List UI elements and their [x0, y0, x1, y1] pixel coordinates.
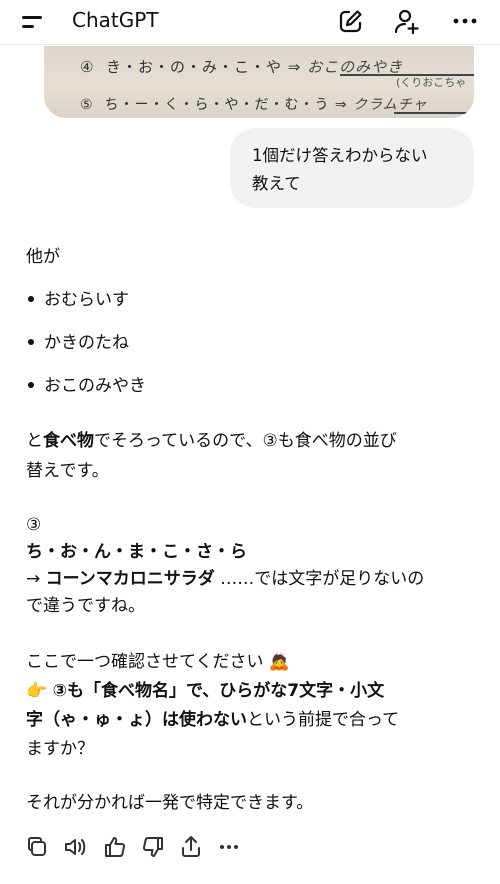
more-icon[interactable]	[216, 834, 242, 860]
top-bar: ChatGPT	[0, 0, 500, 45]
answer-paragraph-2: ③ ち・お・ん・ま・こ・さ・ら → コーンマカロニサラダ ……では文字が足りない…	[26, 515, 425, 616]
speaker-icon[interactable]	[62, 834, 88, 860]
answer-paragraph-1: と食べ物でそろっているので、③も食べ物の並び 替えです。	[26, 431, 397, 481]
copy-icon[interactable]	[24, 834, 50, 860]
list-item: おこのみやき	[28, 371, 146, 396]
thumbs-down-icon[interactable]	[140, 834, 166, 860]
more-icon[interactable]	[450, 6, 480, 36]
uploaded-photo[interactable]: ④ き・お・の・み・こ・や ⇒ おこのみやき (くりおこちゃ ⑤ ち・ー・く・ら…	[44, 46, 474, 118]
add-person-icon[interactable]	[392, 6, 422, 36]
answer-intro: 他が	[26, 247, 60, 267]
user-message-bubble[interactable]: 1個だけ答えわからない 教えて	[230, 128, 474, 208]
app-title: ChatGPT	[72, 8, 159, 32]
thumbs-up-icon[interactable]	[102, 834, 128, 860]
pointing-emoji: 👉	[26, 681, 48, 701]
answer-paragraph-3: ここで一つ確認させてください 🙇 👉 ③も「食べ物名」で、ひらがな7文字・小文 …	[26, 652, 400, 759]
user-message-line1: 1個だけ答えわからない	[252, 146, 428, 165]
list-item: かきのたね	[28, 328, 129, 353]
list-item: おむらいす	[28, 285, 129, 310]
bowing-emoji: 🙇	[268, 652, 291, 672]
photo-row-5: ⑤ ち・ー・く・ら・や・だ・む・う ⇒ クラムチャ	[80, 97, 428, 113]
menu-icon[interactable]	[22, 12, 46, 32]
user-message-line2: 教えて	[252, 174, 301, 193]
share-icon[interactable]	[178, 834, 204, 860]
answer-closing: それが分かれば一発で特定できます。	[26, 793, 314, 813]
edit-icon[interactable]	[336, 6, 366, 36]
photo-note: (くりおこちゃ	[396, 76, 467, 89]
